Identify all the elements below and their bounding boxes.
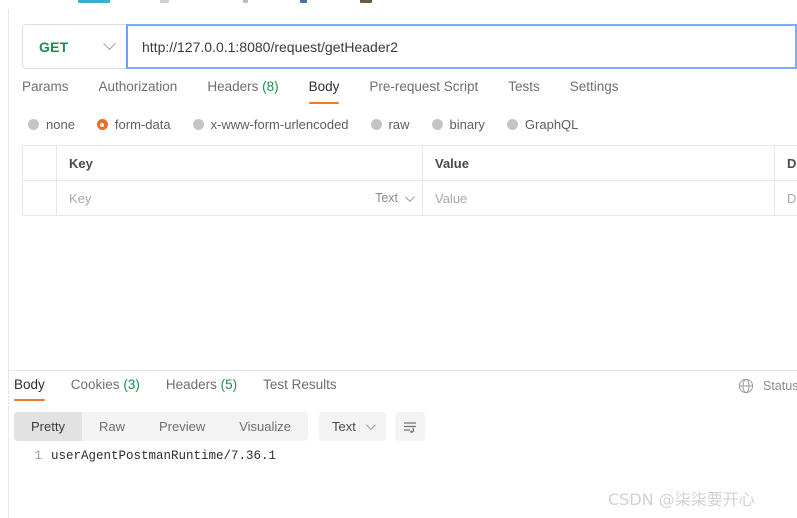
line-number: 1 — [34, 449, 42, 463]
description-input[interactable]: D — [775, 181, 797, 215]
request-bar: GET http://127.0.0.1:8080/request/getHea… — [22, 24, 797, 69]
radio-x-www-form-urlencoded[interactable]: x-www-form-urlencoded — [192, 117, 349, 132]
response-tab-body[interactable]: Body — [14, 377, 45, 401]
response-tab-headers-count: (5) — [220, 377, 238, 392]
radio-binary[interactable]: binary — [431, 117, 485, 132]
response-tabs: Body Cookies (3) Headers (5) Test Result… — [14, 377, 363, 401]
radio-raw-icon — [370, 119, 382, 130]
radio-form-data[interactable]: form-data — [96, 117, 171, 132]
tab-pre-request-script-label: Pre-request Script — [369, 79, 479, 94]
row-checkbox[interactable] — [23, 181, 57, 215]
radio-graphql-label: GraphQL — [524, 117, 579, 132]
view-raw-button[interactable]: Raw — [82, 412, 142, 441]
tab-pre-request-script[interactable]: Pre-request Script — [369, 79, 494, 104]
tab-headers-label: Headers — [207, 79, 259, 94]
response-tab-headers[interactable]: Headers (5) — [166, 377, 237, 401]
radio-none[interactable]: none — [28, 117, 75, 132]
key-input[interactable]: Key Text — [57, 181, 423, 215]
radio-raw-label: raw — [388, 117, 410, 132]
response-status-cluster: Status — [738, 378, 797, 394]
view-visualize-button[interactable]: Visualize — [222, 412, 308, 441]
panel-splitter[interactable] — [9, 370, 797, 371]
tab-headers-count: (8) — [262, 79, 279, 94]
radio-graphql-icon — [506, 119, 518, 130]
key-placeholder: Key — [69, 190, 92, 206]
http-method-label: GET — [39, 38, 69, 55]
tab-params[interactable]: Params — [22, 79, 85, 104]
header-cell-key: Key — [57, 146, 423, 180]
sliver-mark-5 — [360, 0, 372, 3]
chevron-down-icon — [365, 420, 376, 431]
tab-settings-label: Settings — [569, 79, 619, 94]
response-tab-cookies-label: Cookies — [70, 377, 120, 392]
radio-graphql[interactable]: GraphQL — [506, 117, 579, 132]
tab-body[interactable]: Body — [308, 79, 356, 104]
status-label: Status — [763, 379, 797, 393]
radio-form-data-icon — [96, 119, 108, 130]
chevron-down-icon — [103, 37, 116, 51]
view-preview-button[interactable]: Preview — [142, 412, 222, 441]
response-view-toolbar: Pretty Raw Preview Visualize Text — [14, 412, 425, 441]
chevron-down-icon — [404, 191, 415, 202]
value-input[interactable]: Value — [423, 181, 775, 215]
response-body-viewer[interactable]: 1 userAgentPostmanRuntime/7.36.1 — [9, 446, 797, 491]
table-row[interactable]: Key Text Value D — [23, 181, 797, 216]
header-cell-value: Value — [423, 146, 775, 180]
radio-binary-icon — [431, 119, 443, 130]
header-cell-checkbox — [23, 146, 57, 180]
tab-tests[interactable]: Tests — [508, 79, 556, 104]
body-type-radio-group: none form-data x-www-form-urlencoded raw… — [28, 117, 600, 132]
field-type-dropdown[interactable]: Text — [375, 181, 415, 215]
word-wrap-icon — [403, 421, 416, 433]
url-input[interactable]: http://127.0.0.1:8080/request/getHeader2 — [126, 24, 797, 69]
response-view-segment: Pretty Raw Preview Visualize — [14, 412, 309, 441]
globe-icon — [738, 378, 754, 394]
response-tab-body-label: Body — [14, 377, 45, 392]
request-tabs: Params Authorization Headers (8) Body Pr… — [22, 79, 649, 104]
response-body-text: userAgentPostmanRuntime/7.36.1 — [51, 449, 277, 463]
response-tab-cookies-count: (3) — [123, 377, 140, 392]
word-wrap-button[interactable] — [394, 412, 425, 441]
tab-body-label: Body — [308, 79, 340, 94]
view-pretty-button[interactable]: Pretty — [14, 412, 82, 441]
tab-authorization-label: Authorization — [98, 79, 178, 94]
tab-headers[interactable]: Headers (8) — [207, 79, 294, 104]
response-format-dropdown[interactable]: Text — [319, 412, 386, 441]
tab-params-label: Params — [22, 79, 69, 94]
form-data-table: Key Value D Key Text Value D — [22, 145, 797, 216]
sliver-mark-3 — [243, 0, 248, 3]
sliver-mark-4 — [300, 0, 307, 3]
radio-none-icon — [28, 119, 39, 130]
left-rail-divider — [0, 9, 9, 518]
response-tab-cookies[interactable]: Cookies (3) — [71, 377, 140, 401]
radio-x-www-form-urlencoded-label: x-www-form-urlencoded — [210, 117, 349, 132]
http-method-dropdown[interactable]: GET — [22, 24, 127, 69]
radio-binary-label: binary — [449, 117, 485, 132]
radio-none-label: none — [46, 117, 75, 132]
table-header-row: Key Value D — [23, 146, 797, 181]
field-type-label: Text — [375, 191, 398, 205]
tab-tests-label: Tests — [508, 79, 540, 94]
response-tab-headers-label: Headers — [165, 377, 217, 392]
radio-x-www-form-urlencoded-icon — [192, 119, 204, 130]
tab-authorization[interactable]: Authorization — [99, 79, 194, 104]
url-value: http://127.0.0.1:8080/request/getHeader2 — [142, 38, 399, 55]
postman-request-response-view: GET http://127.0.0.1:8080/request/getHea… — [0, 0, 797, 518]
watermark: CSDN @柒柒要开心 — [608, 490, 755, 509]
response-tab-test-results[interactable]: Test Results — [263, 377, 337, 401]
header-cell-description: D — [775, 146, 797, 180]
clipped-toolbar-sliver — [0, 0, 797, 9]
radio-form-data-label: form-data — [114, 117, 171, 132]
radio-raw[interactable]: raw — [370, 117, 410, 132]
response-tab-test-results-label: Test Results — [263, 377, 337, 392]
response-format-label: Text — [332, 419, 356, 434]
sliver-mark-1 — [78, 0, 110, 3]
tab-settings[interactable]: Settings — [570, 79, 635, 104]
sliver-mark-2 — [160, 0, 169, 3]
